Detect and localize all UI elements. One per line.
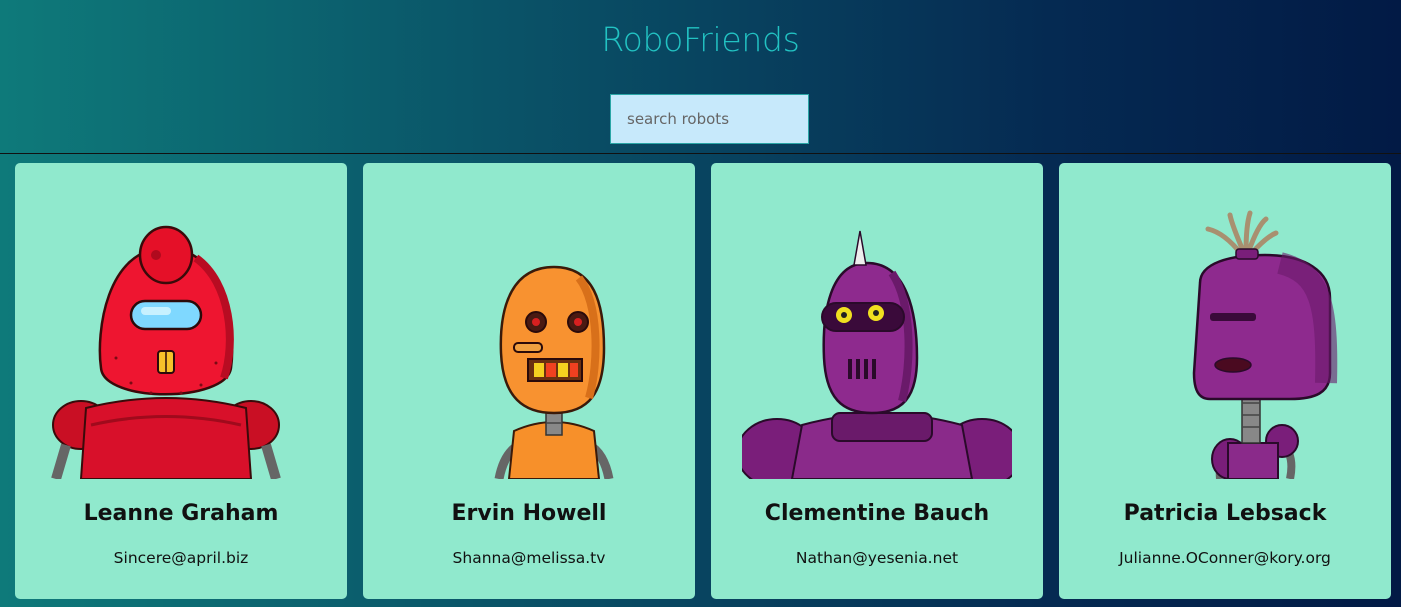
robot-email: Julianne.OConner@kory.org [1119, 549, 1331, 567]
robot-name: Patricia Lebsack [1123, 501, 1327, 526]
robot-card[interactable]: Patricia Lebsack Julianne.OConner@kory.o… [1059, 163, 1391, 599]
robot-name: Ervin Howell [451, 501, 607, 526]
robot-card-list: Leanne Graham Sincere@april.biz Ervin Ho… [15, 163, 1395, 607]
app-header: RoboFriends [0, 0, 1401, 154]
orange-robot-icon [494, 265, 614, 479]
red-robot-icon [51, 225, 281, 479]
search-input[interactable] [610, 94, 809, 144]
robot-card[interactable]: Clementine Bauch Nathan@yesenia.net [711, 163, 1043, 599]
robot-name: Leanne Graham [83, 501, 279, 526]
purple-spike-robot-icon [742, 230, 1012, 479]
robot-email: Nathan@yesenia.net [795, 549, 959, 567]
header-divider [0, 153, 1401, 154]
robot-email: Shanna@melissa.tv [452, 549, 606, 567]
robot-email: Sincere@april.biz [113, 549, 249, 567]
purple-antenna-robot-icon [1192, 210, 1338, 479]
robot-name: Clementine Bauch [764, 501, 990, 526]
robot-card[interactable]: Leanne Graham Sincere@april.biz [15, 163, 347, 599]
robot-card[interactable]: Ervin Howell Shanna@melissa.tv [363, 163, 695, 599]
app-title: RoboFriends [601, 20, 800, 59]
